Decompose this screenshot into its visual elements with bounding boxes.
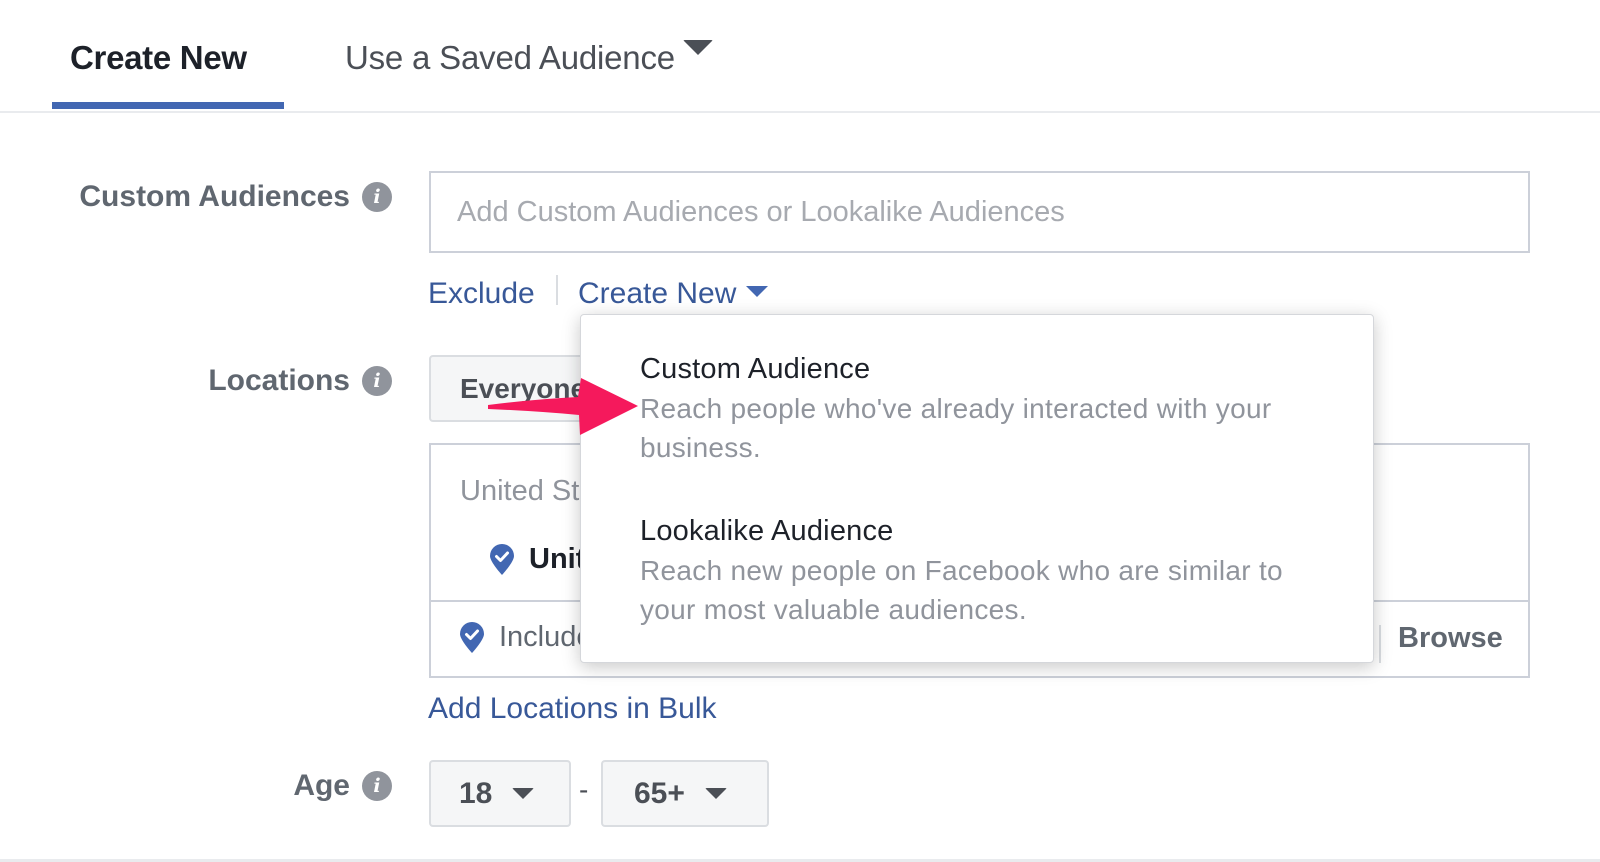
link-separator <box>556 275 558 305</box>
age-min-value: 18 <box>459 776 493 810</box>
menu-item-description: Reach people who've already interacted w… <box>640 393 1272 463</box>
caret-down-icon <box>746 286 769 297</box>
caret-down-icon <box>704 788 727 799</box>
custom-audiences-label-text: Custom Audiences <box>79 180 350 213</box>
age-max-select[interactable]: 65+ <box>601 760 769 827</box>
create-new-dropdown-link[interactable]: Create New <box>578 277 769 311</box>
browse-button[interactable]: Browse <box>1398 622 1503 655</box>
menu-item-custom-audience[interactable]: Custom Audience Reach people who've alre… <box>640 351 1340 467</box>
active-tab-indicator <box>52 102 284 109</box>
tab-divider <box>0 111 1600 113</box>
age-min-select[interactable]: 18 <box>429 760 571 827</box>
age-separator: - <box>579 774 589 805</box>
caret-down-icon <box>682 40 713 55</box>
tab-use-saved-audience-label: Use a Saved Audience <box>345 39 675 76</box>
info-icon[interactable]: i <box>362 182 392 212</box>
create-new-link-label: Create New <box>578 277 737 310</box>
add-locations-in-bulk-link[interactable]: Add Locations in Bulk <box>428 692 717 726</box>
annotation-arrow-icon <box>488 378 638 435</box>
location-pin-icon <box>460 621 484 653</box>
location-pin-icon <box>490 543 514 575</box>
menu-item-title: Lookalike Audience <box>640 515 894 547</box>
info-icon[interactable]: i <box>362 366 392 396</box>
caret-down-icon <box>512 788 535 799</box>
tab-use-saved-audience[interactable]: Use a Saved Audience <box>345 36 713 80</box>
menu-item-title: Custom Audience <box>640 353 871 385</box>
custom-audiences-input[interactable] <box>429 171 1530 253</box>
menu-item-description: Reach new people on Facebook who are sim… <box>640 555 1283 625</box>
custom-audiences-label: Custom Audiences i <box>79 180 392 214</box>
tab-create-new[interactable]: Create New <box>70 36 247 80</box>
browse-separator <box>1379 625 1381 663</box>
age-label-text: Age <box>293 769 350 802</box>
info-icon[interactable]: i <box>362 771 392 801</box>
include-selector[interactable]: Include <box>459 621 593 654</box>
locations-label-text: Locations <box>208 364 350 397</box>
menu-item-lookalike-audience[interactable]: Lookalike Audience Reach new people on F… <box>640 513 1340 629</box>
age-label: Age i <box>293 769 392 803</box>
age-max-value: 65+ <box>634 776 685 810</box>
locations-label: Locations i <box>208 364 392 398</box>
exclude-link[interactable]: Exclude <box>428 277 535 311</box>
include-label: Include <box>499 621 593 653</box>
create-new-menu: Custom Audience Reach people who've alre… <box>580 314 1374 663</box>
